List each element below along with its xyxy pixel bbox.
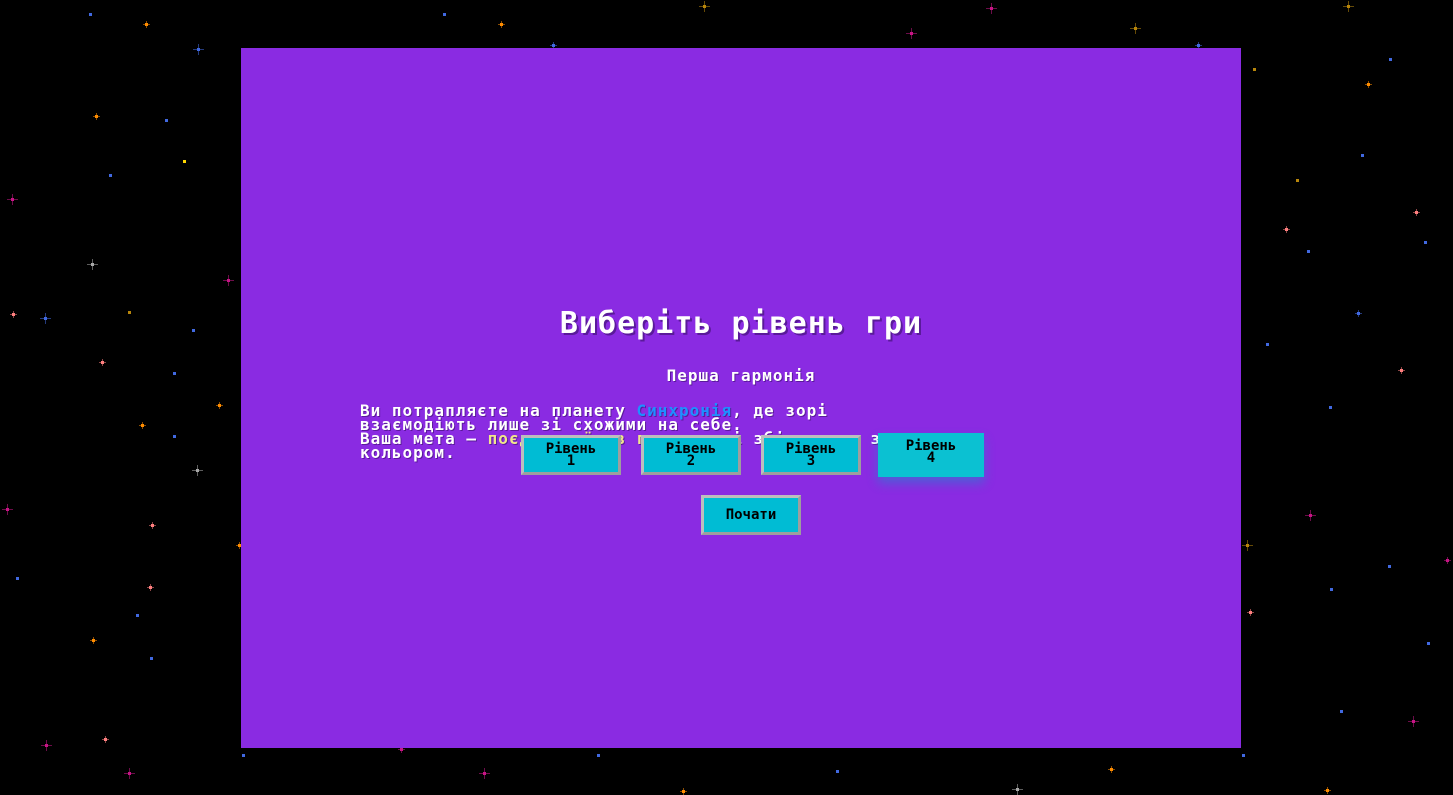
star — [550, 42, 557, 49]
page-title: Виберіть рівень гри — [559, 306, 923, 341]
star — [1408, 716, 1419, 727]
level-subtitle: Перша гармонія — [666, 366, 816, 385]
star — [143, 21, 150, 28]
star — [699, 1, 710, 12]
level-2-number: 2 — [686, 453, 696, 469]
star — [1413, 209, 1420, 216]
star — [1012, 784, 1023, 795]
star — [1108, 766, 1115, 773]
star — [16, 577, 19, 580]
star — [479, 768, 490, 779]
star — [10, 311, 17, 318]
star — [192, 465, 203, 476]
star — [1388, 565, 1391, 568]
star — [150, 657, 153, 660]
star — [443, 13, 446, 16]
star — [139, 422, 146, 429]
star — [193, 44, 204, 55]
star — [99, 359, 106, 366]
star — [149, 522, 156, 529]
star — [89, 13, 92, 16]
star — [1283, 226, 1290, 233]
star — [183, 160, 186, 163]
star — [906, 28, 917, 39]
star — [1330, 588, 1333, 591]
star — [2, 504, 13, 515]
star — [1365, 81, 1372, 88]
star — [1307, 250, 1310, 253]
level-3-number: 3 — [806, 453, 816, 469]
star — [1389, 58, 1392, 61]
star — [109, 174, 112, 177]
star — [398, 746, 405, 753]
star — [1329, 406, 1332, 409]
level-2-button[interactable]: Рівень 2 — [641, 435, 741, 475]
star — [223, 275, 234, 286]
star — [124, 768, 135, 779]
star — [7, 194, 18, 205]
level-4-number: 4 — [926, 450, 936, 466]
star — [147, 584, 154, 591]
star — [597, 754, 600, 757]
star — [1324, 787, 1331, 794]
level-4-button[interactable]: Рівень 4 — [878, 433, 984, 477]
star — [1130, 23, 1141, 34]
star — [1242, 754, 1245, 757]
star — [1296, 179, 1299, 182]
star — [1444, 557, 1451, 564]
star — [986, 3, 997, 14]
star — [40, 313, 51, 324]
star — [41, 740, 52, 751]
star — [1242, 540, 1253, 551]
level-select-panel: Виберіть рівень гри Перша гармонія Ви по… — [241, 48, 1241, 748]
star — [1266, 343, 1269, 346]
star — [173, 435, 176, 438]
level-1-button[interactable]: Рівень 1 — [521, 435, 621, 475]
star — [102, 736, 109, 743]
star — [1247, 609, 1254, 616]
star — [680, 788, 687, 795]
story-line1-suffix: , де зорі — [732, 401, 828, 420]
star — [192, 329, 195, 332]
star — [1340, 710, 1343, 713]
star — [1195, 42, 1202, 49]
star — [1343, 1, 1354, 12]
level-3-button[interactable]: Рівень 3 — [761, 435, 861, 475]
star — [93, 113, 100, 120]
star — [1398, 367, 1405, 374]
star — [1427, 642, 1430, 645]
start-button[interactable]: Почати — [701, 495, 801, 535]
star — [242, 754, 245, 757]
star — [1305, 510, 1316, 521]
star — [1361, 154, 1364, 157]
level-1-number: 1 — [566, 453, 576, 469]
star — [1355, 310, 1362, 317]
star — [1253, 68, 1256, 71]
star — [136, 614, 139, 617]
star — [128, 311, 131, 314]
story-line4: кольором. — [360, 443, 456, 462]
star — [836, 770, 839, 773]
star — [216, 402, 223, 409]
star — [165, 119, 168, 122]
star — [87, 259, 98, 270]
star — [1424, 241, 1427, 244]
star — [90, 637, 97, 644]
star — [173, 372, 176, 375]
star — [498, 21, 505, 28]
